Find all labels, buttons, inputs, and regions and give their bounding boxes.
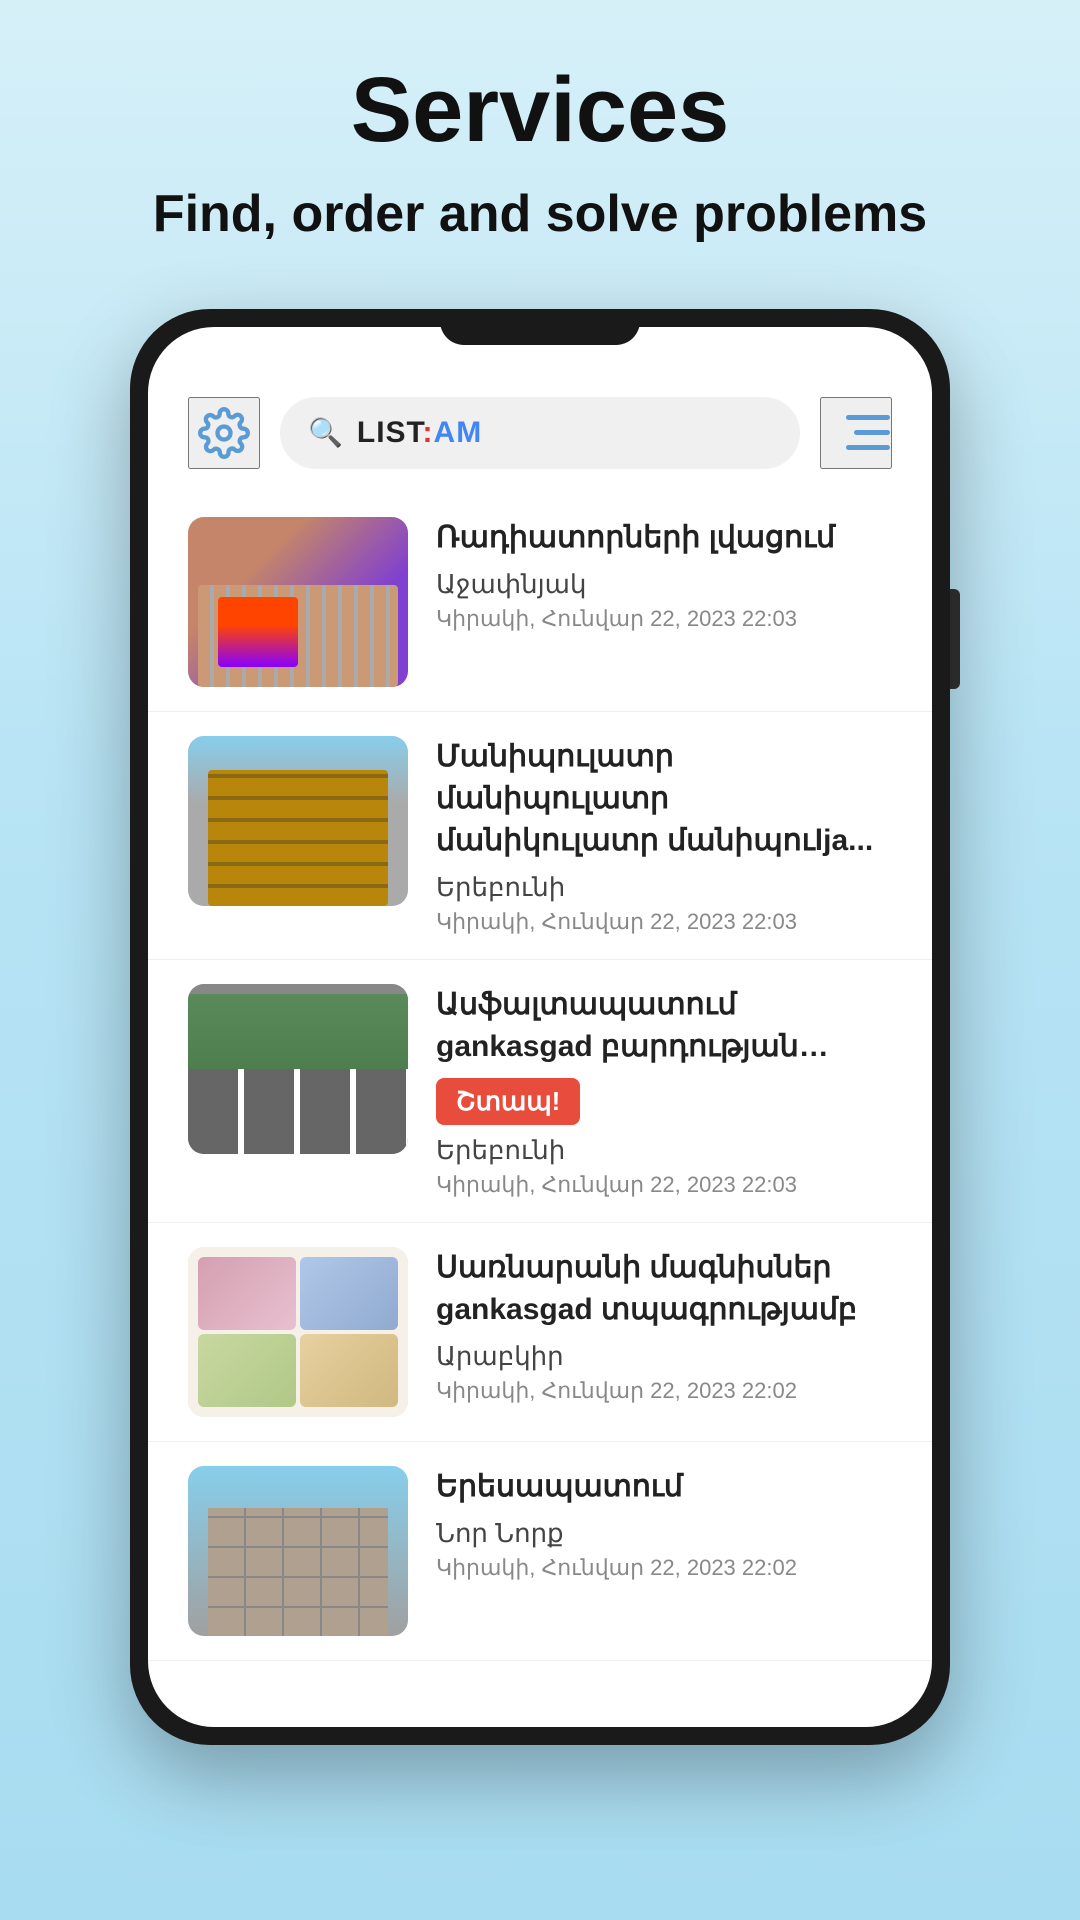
listing-info: Մանիպուլատր մանիպուլատր մանիկուլատր մանի… (436, 736, 892, 935)
listing-item[interactable]: Ռադիատորների լվացում Աջափնյակ Կիրակի, Հո… (148, 493, 932, 712)
listing-location: Աջափնյակ (436, 569, 892, 600)
gear-icon (198, 407, 250, 459)
listing-title: Երեսապատում (436, 1466, 892, 1508)
search-icon: 🔍 (308, 416, 343, 449)
listing-thumbnail (188, 517, 408, 687)
listing-date: Կիրակի, Հունվար 22, 2023 22:03 (436, 909, 892, 935)
app-content: 🔍 LIST:AM Ռադիատորների լվացում (148, 327, 932, 1727)
menu-line-3 (846, 445, 890, 450)
listing-title: Մանիպուլատր մանիպուլատր մանիկուլատր մանի… (436, 736, 892, 862)
listing-thumbnail (188, 984, 408, 1154)
photos-image (188, 1247, 408, 1417)
page-subtitle: Find, order and solve problems (93, 181, 987, 249)
listing-thumbnail (188, 1247, 408, 1417)
phone-notch (440, 309, 640, 345)
settings-button[interactable] (188, 397, 260, 469)
listing-thumbnail (188, 736, 408, 906)
hamburger-menu-button[interactable] (820, 397, 892, 469)
listing-location: Երեբունի (436, 872, 892, 903)
search-bar[interactable]: 🔍 LIST:AM (280, 397, 800, 469)
listing-item[interactable]: Երեսապատում Նոր Նորք Կիրակի, Հունվար 22,… (148, 1442, 932, 1661)
page-title: Services (351, 60, 730, 161)
listing-info: Ռադիատորների լվացում Աջափնյակ Կիրակի, Հո… (436, 517, 892, 632)
building-image (188, 1466, 408, 1636)
listing-date: Կիրակի, Հունվար 22, 2023 22:03 (436, 1172, 892, 1198)
phone-screen: 🔍 LIST:AM Ռադիատորների լվացում (148, 327, 932, 1727)
asphalt-image (188, 984, 408, 1154)
listing-date: Կիրակի, Հունվար 22, 2023 22:02 (436, 1555, 892, 1581)
listing-location: Նոր Նորք (436, 1518, 892, 1549)
listing-date: Կիրակի, Հունվար 22, 2023 22:02 (436, 1378, 892, 1404)
listing-title: Սառնարանի մագնիսներ gankasgad տպագրությա… (436, 1247, 892, 1331)
radiators-image (188, 517, 408, 687)
listing-info: Երեսապատում Նոր Նորք Կիրակի, Հունվար 22,… (436, 1466, 892, 1581)
listing-item[interactable]: Ասֆալտապատում gankasgad բարդության ażhia… (148, 960, 932, 1223)
manipulator-image (188, 736, 408, 906)
listing-title: Ռադիատորների լվացում (436, 517, 892, 559)
urgent-badge: Շտապ! (436, 1078, 580, 1125)
listing-info: Սառնարանի մագնիսներ gankasgad տպագրությա… (436, 1247, 892, 1404)
menu-line-2 (854, 430, 890, 435)
listing-title: Ասֆալտապատում gankasgad բարդության ażhia… (436, 984, 892, 1068)
listing-item[interactable]: Սառնարանի մագնիսներ gankasgad տպագրությա… (148, 1223, 932, 1442)
listing-thumbnail (188, 1466, 408, 1636)
listing-date: Կիրակի, Հունվար 22, 2023 22:03 (436, 606, 892, 632)
listing-location: Երեբունի (436, 1135, 892, 1166)
listing-item[interactable]: Մանիպուլատր մանիպուլատր մանիկուլատր մանի… (148, 712, 932, 960)
menu-line-1 (846, 415, 890, 420)
listing-location: Արաբկիր (436, 1341, 892, 1372)
app-logo: LIST:AM (357, 416, 482, 450)
header-bar: 🔍 LIST:AM (148, 377, 932, 493)
listing-info: Ասֆալտապատում gankasgad բարդության ażhia… (436, 984, 892, 1198)
phone-mockup: 🔍 LIST:AM Ռադիատորների լվացում (130, 309, 950, 1745)
